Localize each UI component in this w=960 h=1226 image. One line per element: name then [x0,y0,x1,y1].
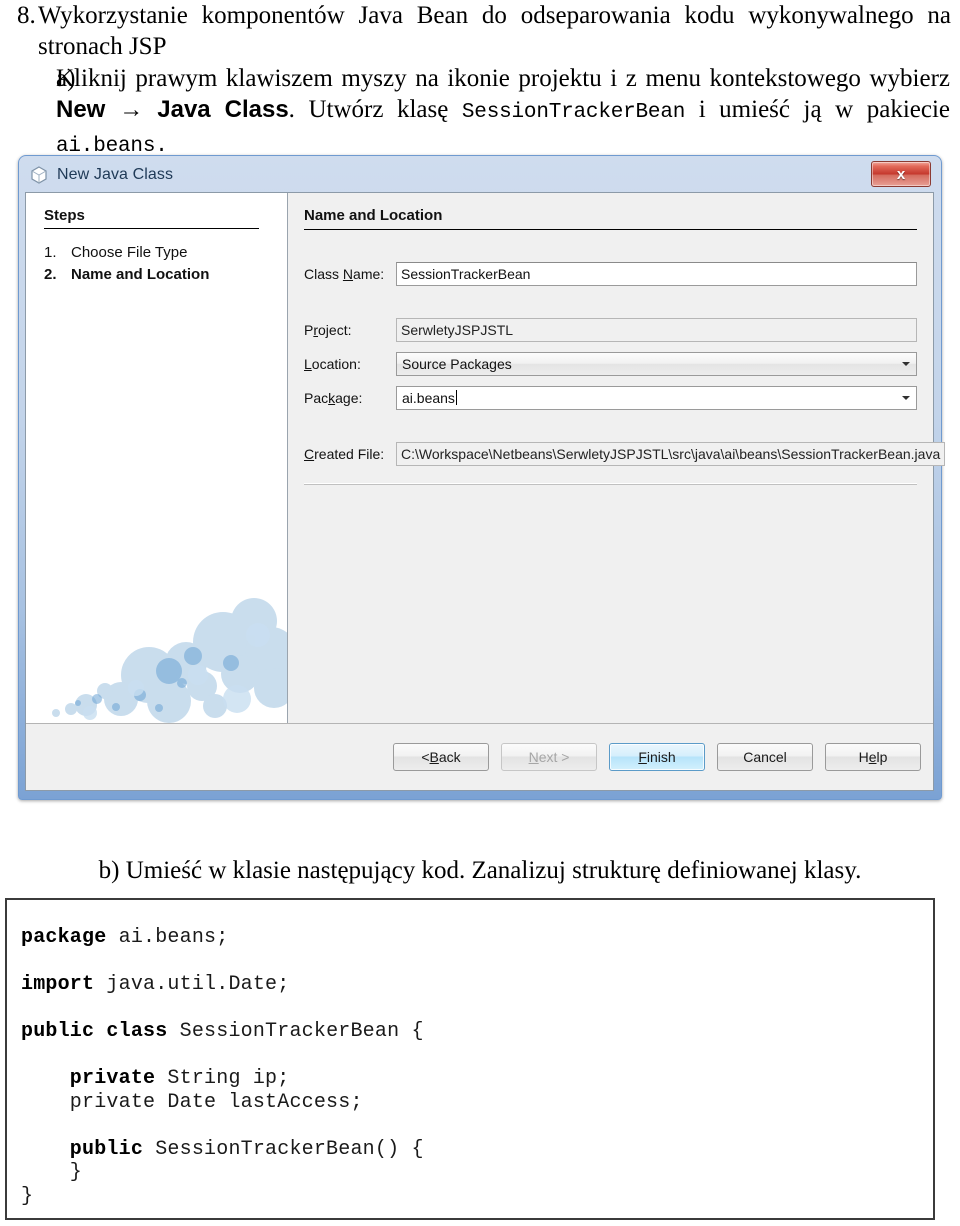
text-caret [455,390,457,405]
class-name-label: Class Name: [304,265,385,282]
java-class-icon [29,165,49,185]
steps-heading: Steps [44,207,259,229]
code-keyword: package [21,926,107,949]
sub-item-a-text-1: Kliknij prawym klawiszem myszy na ikonie… [56,65,950,92]
sub-item-a-text-3: i umieść ją w pakiecie [685,96,951,123]
chevron-down-icon[interactable] [896,388,915,408]
location-combobox[interactable]: Source Packages [396,351,917,376]
code-text: } [21,1184,34,1208]
code-line: import java.util.Date; [21,973,933,997]
code-text: private Date lastAccess; [21,1090,363,1114]
code-text: java.util.Date; [94,973,290,996]
code-line: public class SessionTrackerBean { [21,1020,933,1044]
step-1-index: 1. [44,244,57,261]
code-keyword: private [21,1067,156,1090]
steps-list: 1. Choose File Type 2. Name and Location [44,242,287,286]
class-name-input[interactable]: SessionTrackerBean [396,261,917,286]
step-item-1: 1. Choose File Type [44,242,287,264]
item-title: Wykorzystanie komponentów Java Bean do o… [38,2,951,60]
code-line: private String ip; [21,1067,933,1091]
form-pane: Name and Location Class Name: SessionTra… [288,193,946,723]
code-text: String ip; [155,1067,290,1090]
new-java-class-dialog[interactable]: New Java Class x Steps 1. Choose File Ty… [18,155,946,800]
code-line: } [21,1161,933,1185]
package-value: ai.beans [402,389,455,406]
sub-item-a-text-2: . Utwórz klasę [288,96,462,123]
created-file-input: C:\Workspace\Netbeans\SerwletyJSPJSTL\sr… [396,441,946,466]
steps-pane: Steps 1. Choose File Type 2. Name and Lo… [26,193,288,723]
code-keyword: public [21,1137,144,1161]
field-row-location: Location: Source Packages [304,351,917,376]
package-combobox[interactable]: ai.beans [396,385,917,410]
finish-button[interactable]: Finish [609,743,705,771]
dialog-client-area: Steps 1. Choose File Type 2. Name and Lo… [25,192,946,791]
code-text: SessionTrackerBean() { [143,1137,424,1161]
field-row-project: Project: SerwletyJSPJSTL [304,317,917,342]
menu-path-new-java-class: New → Java Class [56,96,289,123]
instruction-text-block: 8. Wykorzystanie komponentów Java Bean d… [0,0,960,162]
created-file-value: C:\Workspace\Netbeans\SerwletyJSPJSTL\sr… [401,445,941,462]
code-line: package ai.beans; [21,926,933,950]
wizard-body: Steps 1. Choose File Type 2. Name and Lo… [26,193,946,724]
dialog-button-bar: < Back Next > Finish Cancel He lp [26,724,933,790]
sub-item-b-text: b) Umieść w klasie następujący kod. Zana… [98,857,862,884]
decorative-bubbles-graphic [52,598,287,723]
class-name-value: SessionTrackerBean [401,265,531,282]
class-name-mention: SessionTrackerBean [461,101,686,124]
dialog-titlebar[interactable]: New Java Class x [19,156,941,194]
field-row-package: Package: ai.beans [304,385,917,410]
sub-item-a-marker: a) [56,65,76,92]
help-button[interactable]: He lp [825,743,921,771]
package-label: Package: [304,389,363,406]
project-value: SerwletyJSPJSTL [401,321,514,338]
project-input: SerwletyJSPJSTL [396,317,917,342]
close-button-label: x [896,165,906,183]
sub-item-a-body: Kliknij prawym klawiszem myszy na ikonie… [56,63,960,162]
code-line: } [21,1185,933,1209]
form-divider [304,483,917,485]
next-button: Next > [501,743,597,771]
numbered-item-8: 8. Wykorzystanie komponentów Java Bean d… [0,0,960,62]
form-heading: Name and Location [304,207,917,230]
code-text: } [21,1161,83,1184]
code-line: public SessionTrackerBean() { [21,1138,933,1162]
code-text: SessionTrackerBean { [167,1020,424,1043]
location-label: Location: [304,355,361,372]
back-button[interactable]: < Back [393,743,489,771]
step-1-label: Choose File Type [71,244,188,261]
item-number: 8. [17,2,36,29]
code-listing: package ai.beans; import java.util.Date;… [5,898,935,1220]
project-label: Project: [304,321,352,338]
code-line: private Date lastAccess; [21,1091,933,1115]
step-2-index: 2. [44,266,57,283]
dialog-title: New Java Class [57,166,174,183]
step-item-2: 2. Name and Location [44,264,287,286]
code-text: ai.beans; [106,926,229,949]
location-value: Source Packages [402,355,512,372]
dialog-frame: New Java Class x Steps 1. Choose File Ty… [18,155,946,800]
chevron-down-icon[interactable] [896,354,915,374]
code-keyword: public class [21,1020,168,1043]
field-row-class-name: Class Name: SessionTrackerBean [304,261,917,286]
cancel-button[interactable]: Cancel [717,743,813,771]
close-icon[interactable]: x [871,161,931,187]
field-row-created-file: Created File: C:\Workspace\Netbeans\Serw… [304,441,946,466]
created-file-label: Created File: [304,445,385,462]
sub-item-a: a) Kliknij prawym klawiszem myszy na iko… [0,63,960,162]
step-2-label: Name and Location [71,266,210,283]
code-keyword: import [21,973,95,996]
